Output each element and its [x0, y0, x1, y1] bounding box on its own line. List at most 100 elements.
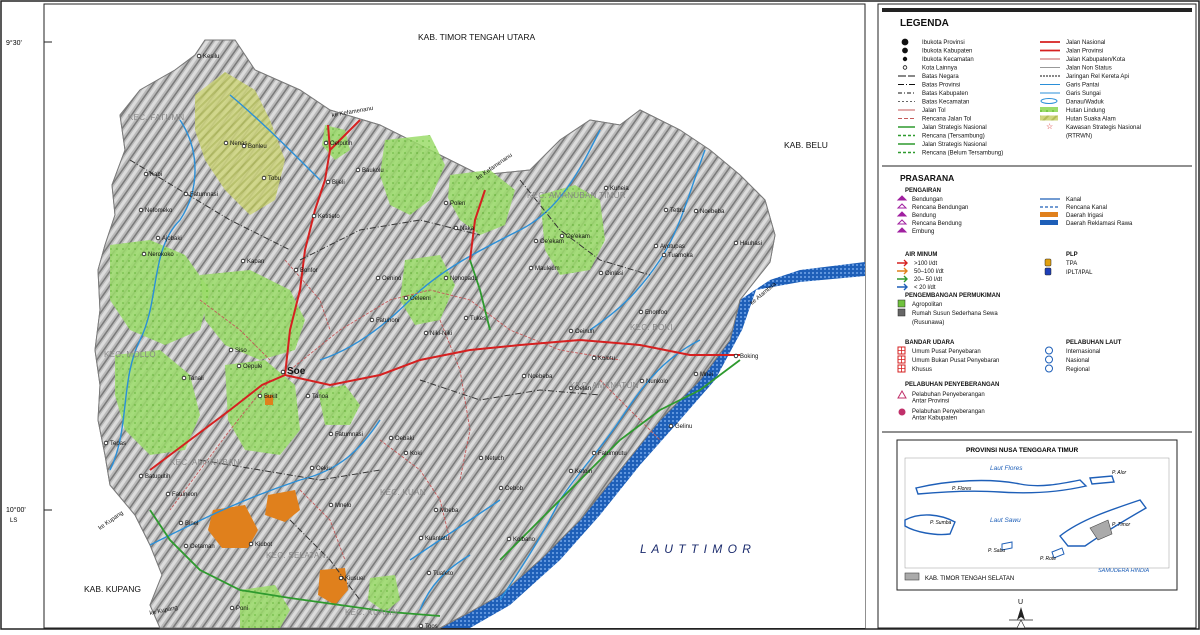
settlement-dot	[733, 240, 739, 246]
legend-item-label: >100 l/dt	[914, 261, 938, 267]
place-label: Nunkolo	[646, 379, 669, 385]
legend-item-label: Rencana (Belum Tersambung)	[922, 151, 1003, 157]
place-label: Baukolu	[362, 168, 384, 174]
legend-panel: LEGENDA Ibukota Provinsi Ibukota Kabupate…	[877, 3, 1197, 629]
place-label: Oenino	[382, 276, 402, 282]
place-label: Oeinun	[575, 329, 594, 335]
settlement-dot	[733, 353, 739, 359]
place-label: Kuantatu	[425, 536, 449, 542]
district-label: KEC. AMANUBAN	[170, 458, 240, 467]
settlement-dot	[325, 179, 331, 185]
settlement-dot	[293, 267, 299, 273]
anchor-icon	[1045, 364, 1053, 373]
legend-item-label: Batas Negara	[922, 74, 959, 80]
settlement-dot	[521, 373, 527, 379]
settlement-dot	[223, 140, 229, 146]
settlement-dot	[155, 235, 161, 241]
inset-island-label: P. Timor	[1112, 522, 1131, 528]
landfill-icon	[1044, 258, 1052, 267]
settlement-dot	[528, 265, 534, 271]
place-label: Netuch	[485, 456, 504, 462]
district-label: KEC. BOKI	[630, 323, 673, 332]
district-label: KEC. KUALIN	[345, 608, 398, 617]
place-label: Niki-Niki	[430, 331, 452, 337]
lake-swatch	[1040, 98, 1058, 104]
place-label: Kapan	[247, 259, 264, 265]
settlement-dot	[403, 450, 409, 456]
place-label: Oinlasi	[605, 271, 623, 277]
settlement-dot	[598, 270, 604, 276]
area-swatch	[1040, 220, 1058, 225]
place-label: Fatuhoni	[376, 318, 399, 324]
settlement-dot	[328, 502, 334, 508]
inset-island-label: P. Sabu	[988, 548, 1005, 554]
place-label: Siso	[235, 348, 247, 354]
place-label: Oelputih	[330, 141, 352, 147]
settlement-dot	[443, 200, 449, 206]
district-label: KEC. FATUMN	[128, 113, 185, 122]
lat-bottom-label: 10°00'	[6, 506, 26, 514]
air-minum-title: AIR MINUM	[905, 252, 937, 258]
settlement-dot	[443, 275, 449, 281]
area-swatch	[1040, 212, 1058, 217]
place-label: Nenas	[230, 141, 247, 147]
legend-item-label: Garis Sungai	[1066, 91, 1101, 97]
place-label: Ayotupas	[660, 244, 685, 250]
place-label: Oepule	[243, 364, 263, 370]
place-label: Kiubot	[255, 542, 272, 548]
north-region-label: KAB. TIMOR TENGAH UTARA	[418, 32, 535, 42]
place-label: Oetaman	[190, 544, 215, 550]
place-label: Kabi	[150, 172, 162, 178]
inset-island-label: P. Rote	[1040, 556, 1056, 562]
settlement-dot	[369, 317, 375, 323]
legend-item-label: Umum Bukan Pusat Penyebaran	[912, 358, 999, 364]
district-label: KEC. KUAN	[380, 488, 426, 497]
pengairan-title: PENGAIRAN	[905, 188, 941, 194]
settlement-dot	[591, 450, 597, 456]
settlement-dot	[143, 171, 149, 177]
legend-item-label: Jaringan Rel Kereta Api	[1066, 74, 1129, 80]
settlement-dot	[568, 328, 574, 334]
legend-item-label: Agropolitan	[912, 302, 942, 308]
legend-marker	[902, 56, 908, 62]
inset-island-label: P. Sumba	[930, 520, 952, 526]
place-label: Bonfor	[300, 268, 318, 274]
place-label: Tanoa	[312, 394, 329, 400]
place-label: Boking	[740, 354, 758, 360]
place-label: Tukes	[470, 316, 486, 322]
settlement-dot	[323, 140, 329, 146]
anchor-icon	[1045, 346, 1053, 355]
place-label: Oe'ekam	[540, 239, 564, 245]
place-label: Oebob	[505, 486, 524, 492]
legend-item-label: Pelabuhan Penyeberangan	[912, 409, 985, 415]
legend-item-label: Kawasan Strategis Nasional	[1066, 125, 1141, 131]
legend-item-label: Jalan Non Status	[1066, 66, 1112, 72]
legend-item-label: Jalan Kabupaten/Kota	[1066, 57, 1126, 63]
settlement-dot	[248, 541, 254, 547]
place-label: Polen	[450, 201, 465, 207]
place-label: Batuputih	[145, 474, 170, 480]
settlement-dot	[181, 375, 187, 381]
place-label: Mbeba	[440, 508, 459, 514]
legend-item-label: 20– 50 l/dt	[914, 277, 942, 283]
legend-item-label: Bendung	[912, 213, 936, 219]
place-label: Ajobaki	[162, 236, 182, 242]
place-label: Naka	[460, 226, 475, 232]
settlement-dot	[388, 435, 394, 441]
place-label: Kolbano	[513, 537, 536, 543]
settlement-dot	[311, 213, 317, 219]
ferry-icon	[898, 408, 906, 416]
settlement-dot	[453, 225, 459, 231]
legend-item-label: Hutan Suaka Alam	[1066, 117, 1116, 123]
settlement-dot	[403, 295, 409, 301]
legend-item-label: < 20 l/dt	[914, 285, 936, 291]
settlement-dot	[498, 485, 504, 491]
district-label: KEC. AMANUBAN TIMUR	[527, 191, 626, 200]
settlement-dot	[559, 233, 565, 239]
place-label: Tetbu	[670, 208, 685, 214]
settlement-dot	[663, 207, 669, 213]
legend-item-label: Ibukota Kabupaten	[922, 49, 972, 55]
settlement-dot	[240, 258, 246, 264]
place-label: Fatumnasi	[190, 192, 218, 198]
settlement-dot	[328, 431, 334, 437]
